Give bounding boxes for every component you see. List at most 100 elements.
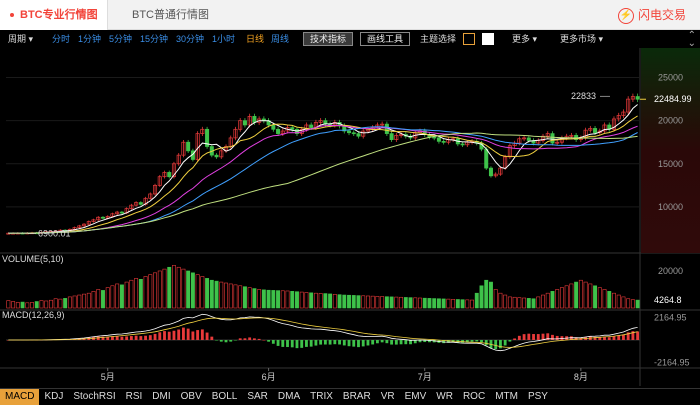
- macd-histogram-bar: [262, 339, 266, 341]
- volume-tick-label: 20000: [658, 266, 683, 276]
- indicator-roc[interactable]: ROC: [458, 389, 490, 405]
- indicator-kdj[interactable]: KDJ: [39, 389, 68, 405]
- indicator-trix[interactable]: TRIX: [305, 389, 338, 405]
- volume-bar: [309, 292, 314, 309]
- draw-tools-button[interactable]: 画线工具: [360, 32, 411, 46]
- indicator-sar[interactable]: SAR: [242, 389, 273, 405]
- candle-body: [356, 133, 361, 137]
- caret-down-icon: ▾: [28, 34, 34, 44]
- macd-histogram-bar: [182, 327, 185, 340]
- interval-5min[interactable]: 5分钟: [109, 30, 132, 48]
- price-tick-label: 25000: [658, 73, 683, 83]
- low-price-label: 6900.01: [38, 229, 71, 239]
- macd-histogram-bar: [200, 329, 204, 340]
- volume-bar: [526, 298, 531, 309]
- macd-histogram-bar: [286, 340, 289, 348]
- macd-histogram-bar: [205, 332, 209, 340]
- tech-indicator-button[interactable]: 技术指标: [303, 32, 354, 46]
- indicator-psy[interactable]: PSY: [523, 389, 553, 405]
- volume-bar: [242, 286, 247, 309]
- indicator-dmi[interactable]: DMI: [147, 389, 175, 405]
- tab-btc-pro-chart[interactable]: BTC专业行情图: [0, 0, 108, 30]
- interval-15min[interactable]: 15分钟: [140, 30, 168, 48]
- volume-bar: [295, 291, 299, 309]
- candle-body: [432, 136, 437, 139]
- volume-bar: [328, 293, 333, 309]
- macd-histogram-bar: [494, 340, 498, 350]
- macd-histogram-bar: [257, 338, 261, 340]
- flash-trade-button[interactable]: ⚡ 闪电交易: [617, 6, 686, 24]
- macd-histogram-bar: [342, 340, 346, 346]
- indicator-mtm[interactable]: MTM: [490, 389, 523, 405]
- macd-histogram-bar: [517, 335, 521, 340]
- lightning-icon: ⚡: [617, 7, 634, 24]
- candle-body: [309, 124, 314, 128]
- volume-bar: [550, 291, 555, 309]
- macd-histogram-bar: [144, 335, 147, 340]
- indicator-rsi[interactable]: RSI: [121, 389, 148, 405]
- macd-histogram-bar: [607, 337, 611, 340]
- indicator-macd[interactable]: MACD: [0, 389, 40, 405]
- indicator-emv[interactable]: EMV: [400, 389, 432, 405]
- macd-histogram-bar: [314, 340, 318, 346]
- macd-histogram-bar: [484, 340, 488, 346]
- volume-bar: [276, 290, 281, 309]
- interval-week[interactable]: 周线: [271, 30, 289, 48]
- volume-bar: [342, 294, 347, 309]
- volume-bar: [474, 292, 479, 309]
- candle-body: [635, 96, 640, 100]
- date-axis-label: 8月: [574, 372, 588, 382]
- candle-body: [276, 128, 281, 134]
- volume-bar: [574, 281, 579, 309]
- indicator-dma[interactable]: DMA: [273, 389, 305, 405]
- macd-title: MACD(12,26,9): [2, 310, 65, 320]
- period-dropdown[interactable]: 周期 ▾: [8, 30, 33, 48]
- indicator-brar[interactable]: BRAR: [338, 389, 376, 405]
- macd-histogram-bar: [361, 340, 365, 347]
- indicator-boll[interactable]: BOLL: [207, 389, 243, 405]
- collapse-icon[interactable]: ⌃ ⌄: [688, 31, 696, 49]
- indicator-obv[interactable]: OBV: [176, 389, 207, 405]
- volume-bar: [209, 279, 214, 309]
- price-tick-label: 10000: [658, 202, 683, 212]
- indicator-vr[interactable]: VR: [376, 389, 400, 405]
- macd-histogram-bar: [210, 336, 214, 340]
- current-price-label: 22484.99: [654, 94, 692, 104]
- macd-histogram-bar: [357, 340, 360, 348]
- macd-histogram-bar: [215, 340, 218, 341]
- theme-light-swatch[interactable]: [482, 33, 494, 45]
- candle-body: [441, 141, 446, 143]
- macd-histogram-bar: [243, 338, 247, 340]
- macd-histogram-bar: [186, 328, 190, 340]
- tab-bar: BTC专业行情图 BTC普通行情图 ⚡ 闪电交易: [0, 0, 700, 30]
- volume-bar: [403, 297, 408, 309]
- interval-30min[interactable]: 30分钟: [176, 30, 204, 48]
- tab-btc-normal-chart[interactable]: BTC普通行情图: [132, 0, 209, 30]
- price-tick-label: 15000: [658, 159, 683, 169]
- more-markets-dropdown[interactable]: 更多市场 ▾: [560, 30, 603, 48]
- volume-bar: [441, 298, 446, 309]
- caret-down-icon: ▾: [598, 34, 604, 44]
- volume-bar: [531, 298, 536, 309]
- volume-bar: [635, 299, 640, 309]
- volume-bar: [607, 291, 612, 309]
- volume-bar: [34, 301, 39, 309]
- more-dropdown[interactable]: 更多 ▾: [512, 30, 537, 48]
- macd-histogram-bar: [375, 340, 379, 344]
- interval-1hour[interactable]: 1小时: [212, 30, 235, 48]
- macd-histogram-bar: [167, 331, 171, 340]
- indicator-wr[interactable]: WR: [431, 389, 458, 405]
- indicator-stochrsi[interactable]: StochRSI: [68, 389, 120, 405]
- volume-current-label: 4264.8: [654, 295, 682, 305]
- macd-histogram-bar: [309, 340, 313, 347]
- flash-trade-label: 闪电交易: [637, 8, 686, 22]
- interval-1min[interactable]: 1分钟: [78, 30, 101, 48]
- interval-day[interactable]: 日线: [246, 30, 264, 48]
- volume-bar: [63, 298, 68, 309]
- volume-bar: [205, 278, 210, 309]
- macd-histogram-bar: [404, 340, 408, 345]
- interval-timeshare[interactable]: 分时: [52, 30, 70, 48]
- theme-dark-swatch[interactable]: [463, 33, 475, 45]
- chart-area[interactable]: 25000 20000 15000 10000 22833 6900.01 22484.99…: [0, 48, 700, 386]
- chart-svg[interactable]: 25000 20000 15000 10000 22833 6900.01 22484.99…: [0, 48, 700, 386]
